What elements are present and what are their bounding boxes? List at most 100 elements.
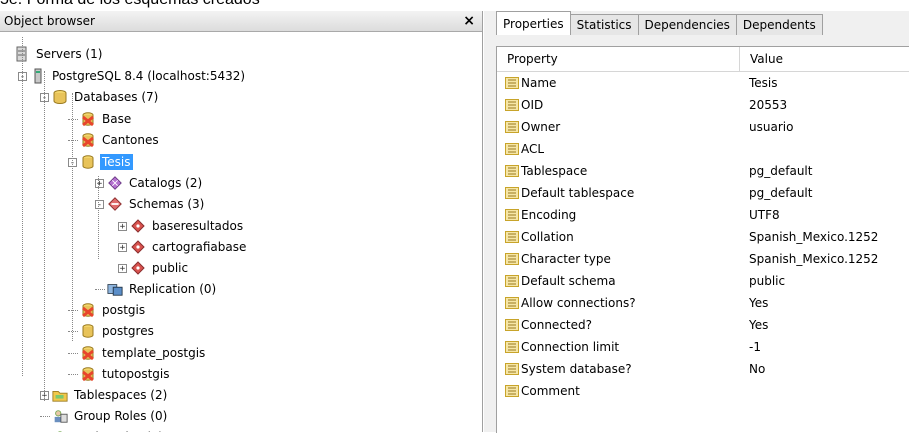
tree-node[interactable]: + cartografiabase: [118, 237, 248, 257]
tree-node-label: Cantones: [100, 132, 161, 148]
expand-icon[interactable]: +: [118, 264, 127, 273]
schema-icon: [130, 260, 146, 276]
tree-node[interactable]: -PostgreSQL 8.4 (localhost:5432): [18, 66, 247, 86]
property-icon: [505, 275, 521, 287]
property-name-cell: System database?: [497, 362, 740, 376]
catalogs-icon: [107, 175, 123, 191]
tree-node[interactable]: Group Roles (0): [40, 406, 169, 426]
property-name-cell: Collation: [497, 230, 740, 244]
property-row[interactable]: Default schemapublic: [497, 270, 909, 292]
tree-node[interactable]: postgis: [68, 300, 147, 320]
expand-icon[interactable]: +: [118, 243, 127, 252]
tree-node[interactable]: template_postgis: [68, 343, 207, 363]
property-name: OID: [521, 98, 543, 112]
property-row[interactable]: EncodingUTF8: [497, 204, 909, 226]
tree-connector: [40, 416, 50, 417]
grid-body: NameTesisOID20553OwnerusuarioACLTablespa…: [497, 72, 909, 402]
property-name: Character type: [521, 252, 611, 266]
tree-node-label: Replication (0): [127, 281, 218, 297]
object-browser-title: Object browser: [4, 14, 95, 28]
tree-node[interactable]: Replication (0): [95, 279, 218, 299]
tab-dependencies[interactable]: Dependencies: [638, 14, 737, 35]
property-row[interactable]: Default tablespace pg_default: [497, 182, 909, 204]
database-disconnected-icon: [80, 132, 96, 148]
property-value: Tesis: [740, 76, 909, 90]
property-name-cell: Character type: [497, 252, 740, 266]
property-icon: [505, 165, 521, 177]
property-value: No: [740, 362, 909, 376]
property-icon: [505, 253, 521, 265]
tree-node-label: Databases (7): [72, 89, 160, 105]
property-row[interactable]: Allow connections?Yes: [497, 292, 909, 314]
column-header-value[interactable]: Value: [740, 47, 909, 71]
tree-node[interactable]: tutopostgis: [68, 364, 171, 384]
database-disconnected-icon: [80, 302, 96, 318]
tree-node[interactable]: -Databases (7): [40, 87, 160, 107]
property-name-cell: Default schema: [497, 274, 740, 288]
tree-node-label: Servers (1): [34, 46, 104, 62]
property-value: -1: [740, 340, 909, 354]
tree-node[interactable]: +baseresultados: [118, 216, 245, 236]
tree-node[interactable]: -Tesis: [68, 152, 133, 172]
tab-bar: Properties Statistics Dependencies Depen…: [492, 11, 909, 35]
tab-dependents[interactable]: Dependents: [736, 14, 823, 35]
property-value: pg_default: [740, 186, 909, 200]
column-header-property[interactable]: Property: [497, 47, 740, 71]
tree-connector: [98, 176, 99, 259]
property-row[interactable]: NameTesis: [497, 72, 909, 94]
schema-icon: [130, 218, 146, 234]
property-row[interactable]: System database?No: [497, 358, 909, 380]
property-icon: [505, 143, 521, 155]
expand-icon[interactable]: +: [95, 179, 104, 188]
tree-node[interactable]: +Tablespaces (2): [40, 385, 169, 405]
document-caption: 5e. Forma de los esquemas creados: [0, 0, 260, 9]
property-value: Yes: [740, 318, 909, 332]
property-name: Tablespace: [521, 164, 587, 178]
property-name-cell: Allow connections?: [497, 296, 740, 310]
property-icon: [505, 187, 521, 199]
property-name: Encoding: [521, 208, 576, 222]
tree-node[interactable]: Servers (1): [14, 44, 104, 64]
tree-node[interactable]: +Catalogs (2): [95, 173, 204, 193]
tab-properties[interactable]: Properties: [496, 11, 571, 35]
tree-node[interactable]: Cantones: [68, 130, 161, 150]
property-name: Default tablespace: [521, 186, 634, 200]
close-icon[interactable]: ×: [460, 13, 478, 29]
tree-node-label: public: [150, 260, 190, 276]
tree-node-label: cartografiabase: [150, 239, 248, 255]
property-row[interactable]: CollationSpanish_Mexico.1252: [497, 226, 909, 248]
tree-node[interactable]: + public: [118, 258, 190, 278]
property-name-cell: Connection limit: [497, 340, 740, 354]
tree-connector: [68, 119, 78, 120]
database-disconnected-icon: [80, 366, 96, 382]
properties-grid: Property Value NameTesisOID20553Ownerusu…: [496, 46, 909, 433]
property-row[interactable]: Connection limit-1: [497, 336, 909, 358]
tree-node-label: Tesis: [100, 154, 133, 170]
property-name: Connected?: [521, 318, 592, 332]
property-icon: [505, 209, 521, 221]
tree-node[interactable]: Base: [68, 109, 133, 129]
property-row[interactable]: Connected? Yes: [497, 314, 909, 336]
property-icon: [505, 99, 521, 111]
tab-statistics[interactable]: Statistics: [570, 14, 639, 35]
tree-node-label: postgres: [100, 323, 156, 339]
tree-node[interactable]: postgres: [68, 321, 156, 341]
tree-connector: [72, 93, 73, 341]
property-row[interactable]: OID20553: [497, 94, 909, 116]
property-icon: [505, 77, 521, 89]
property-row[interactable]: Character typeSpanish_Mexico.1252: [497, 248, 909, 270]
tree-node[interactable]: +Login Roles (3): [40, 427, 165, 432]
property-row[interactable]: Tablespacepg_default: [497, 160, 909, 182]
property-row[interactable]: ACL: [497, 138, 909, 160]
property-value: usuario: [740, 120, 909, 134]
property-value: public: [740, 274, 909, 288]
property-row[interactable]: Ownerusuario: [497, 116, 909, 138]
property-row[interactable]: Comment: [497, 380, 909, 402]
expand-icon[interactable]: +: [118, 222, 127, 231]
schemas-icon: [107, 196, 123, 212]
tree-node[interactable]: -Schemas (3): [95, 194, 206, 214]
tree-connector: [68, 331, 78, 332]
properties-pane: Properties Statistics Dependencies Depen…: [492, 11, 909, 432]
collapse-icon[interactable]: -: [95, 200, 104, 209]
property-value: Spanish_Mexico.1252: [740, 230, 909, 244]
